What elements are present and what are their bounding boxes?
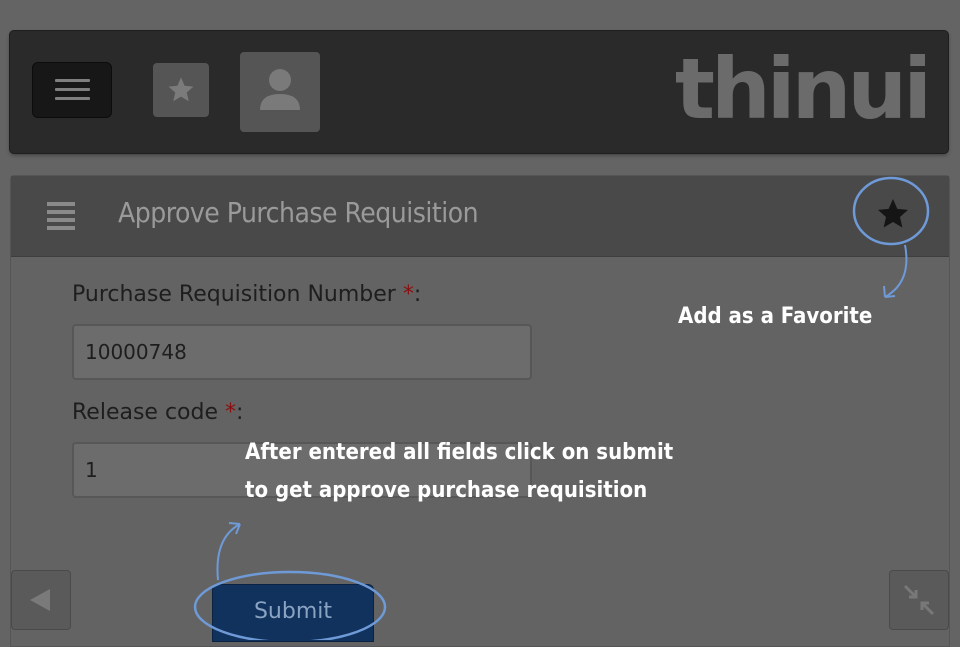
hamburger-icon-bar [55,88,90,91]
hamburger-icon-bar [55,97,90,100]
thinui-logo: thinui [674,40,932,138]
main-menu-button[interactable] [32,62,112,118]
user-icon [260,69,300,110]
star-icon [878,199,908,228]
required-marker: * [402,282,414,307]
pr-number-label-text: Purchase Requisition Number [72,282,396,307]
required-marker: * [225,400,237,425]
page-title: Approve Purchase Requisition [118,196,479,229]
list-icon[interactable] [47,202,75,234]
top-toolbar: thinui [10,31,948,153]
hamburger-icon-bar [55,79,90,82]
submit-hint-line1: After entered all fields click on submit [245,440,674,465]
favorite-hint: Add as a Favorite [678,304,873,329]
favorites-button[interactable] [153,63,209,117]
release-code-label-text: Release code [72,400,219,425]
user-profile-button[interactable] [240,52,320,132]
back-button[interactable] [11,570,71,630]
submit-hint-line2: to get approve purchase requisition [245,478,648,503]
star-icon [168,77,194,102]
submit-button[interactable]: Submit [212,584,374,642]
shrink-arrows-icon [903,584,935,616]
label-colon: : [413,282,422,307]
release-code-label: Release code *: [72,400,243,425]
label-colon: : [236,400,244,425]
panel-header: Approve Purchase Requisition [11,176,949,257]
triangle-left-icon [30,589,50,611]
shrink-button[interactable] [889,570,949,630]
pr-number-field[interactable]: 10000748 [72,324,532,380]
pr-number-label: Purchase Requisition Number *: [72,282,421,307]
add-favorite-button[interactable] [873,194,913,234]
